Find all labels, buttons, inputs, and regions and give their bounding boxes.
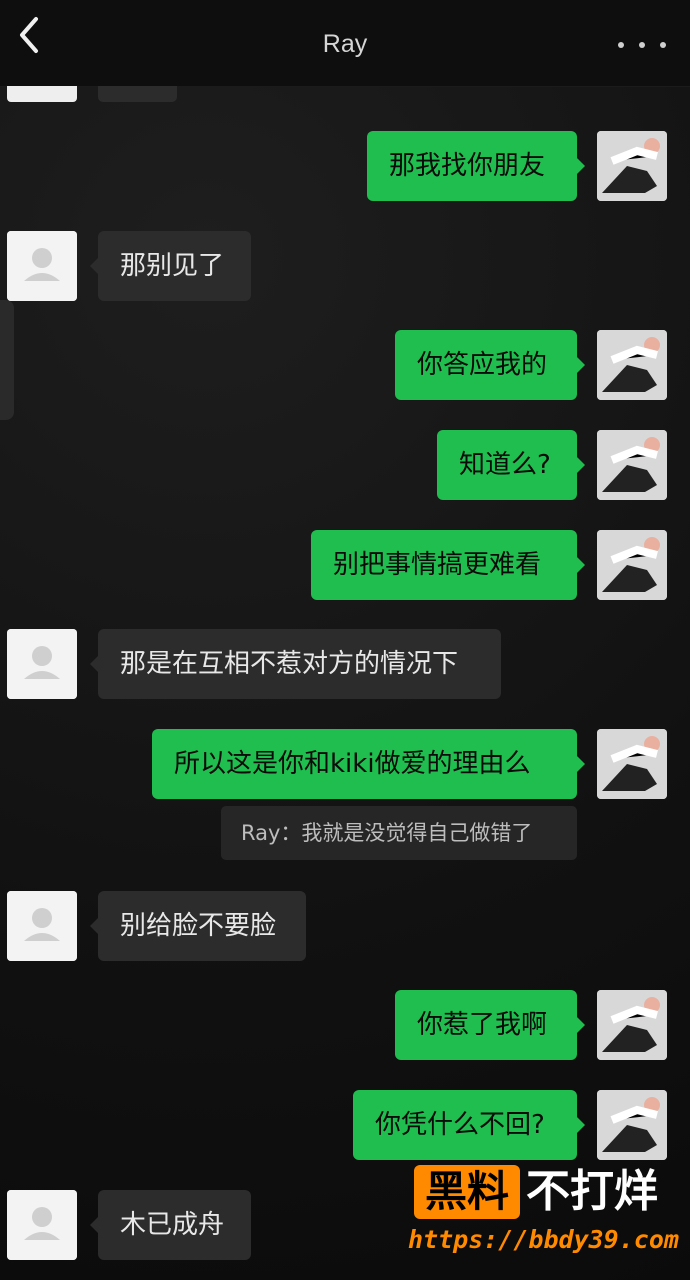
user-photo-icon (597, 530, 667, 600)
user-photo-icon (597, 430, 667, 500)
side-handle[interactable] (0, 300, 14, 420)
message-bubble-out[interactable]: 知道么? (437, 430, 585, 500)
message-bubble-in[interactable]: 木已成舟 (90, 1190, 251, 1260)
my-avatar[interactable] (597, 729, 667, 799)
message-bubble-in[interactable]: 那别见了 (90, 231, 251, 301)
chat-header: Ray (0, 0, 690, 87)
user-photo-icon (597, 990, 667, 1060)
watermark-badge: 黑料 (414, 1165, 520, 1219)
user-photo-icon (597, 1090, 667, 1160)
message-bubble-out[interactable]: 别把事情搞更难看 (311, 530, 585, 600)
message-partial (98, 86, 177, 102)
my-avatar[interactable] (597, 131, 667, 201)
message-bubble-out[interactable]: 你凭什么不回? (353, 1090, 585, 1160)
contact-avatar[interactable] (7, 891, 77, 961)
message-bubble-in[interactable]: 那是在互相不惹对方的情况下 (90, 629, 501, 699)
my-avatar[interactable] (597, 1090, 667, 1160)
message-bubble-out[interactable]: 那我找你朋友 (367, 131, 585, 201)
my-avatar[interactable] (597, 530, 667, 600)
watermark-url: https://bbdy39.com (408, 1225, 679, 1254)
default-avatar-icon (7, 891, 77, 961)
avatar-partial (7, 86, 77, 102)
more-options-button[interactable] (618, 30, 666, 60)
quoted-message[interactable]: Ray：我就是没觉得自己做错了 (221, 806, 577, 860)
default-avatar-icon (7, 629, 77, 699)
dot-icon (660, 42, 666, 48)
dot-icon (618, 42, 624, 48)
chat-title: Ray (322, 30, 368, 58)
default-avatar-icon (7, 231, 77, 301)
default-avatar-icon (7, 1190, 77, 1260)
my-avatar[interactable] (597, 430, 667, 500)
message-bubble-out[interactable]: 所以这是你和kiki做爱的理由么 (152, 729, 585, 799)
contact-avatar[interactable] (7, 629, 77, 699)
watermark: 黑料 不打烊 https://bbdy39.com (408, 1165, 684, 1273)
dot-icon (639, 42, 645, 48)
message-bubble-in[interactable]: 别给脸不要脸 (90, 891, 306, 961)
my-avatar[interactable] (597, 330, 667, 400)
contact-avatar[interactable] (7, 1190, 77, 1260)
user-photo-icon (597, 131, 667, 201)
my-avatar[interactable] (597, 990, 667, 1060)
message-bubble-out[interactable]: 你答应我的 (395, 330, 585, 400)
user-photo-icon (597, 729, 667, 799)
watermark-text: 不打烊 (526, 1166, 658, 1217)
message-bubble-out[interactable]: 你惹了我啊 (395, 990, 585, 1060)
contact-avatar[interactable] (7, 231, 77, 301)
user-photo-icon (597, 330, 667, 400)
